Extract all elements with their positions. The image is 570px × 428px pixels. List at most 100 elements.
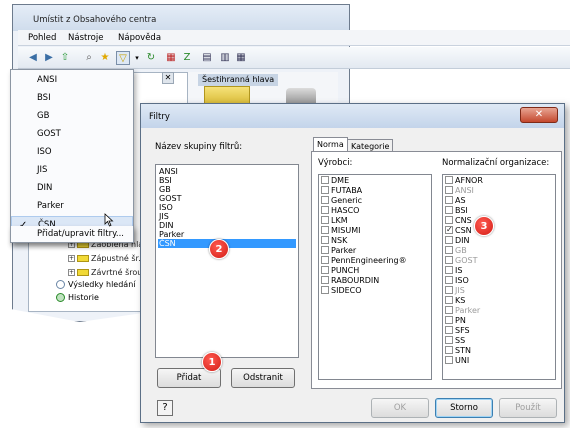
up-folder-icon[interactable]: ⇧ <box>58 51 72 65</box>
tree-item[interactable]: + Závrtné šrou... <box>68 268 150 277</box>
checkbox-icon[interactable] <box>321 185 329 194</box>
menu-item-iso[interactable]: ISO <box>11 144 133 161</box>
list-item[interactable]: GOST <box>158 194 296 203</box>
list-item[interactable]: Parker <box>158 230 296 239</box>
menu-item-gb[interactable]: GB <box>11 108 133 125</box>
standard-checkbox[interactable]: STN <box>445 345 471 356</box>
manufacturer-checkbox[interactable]: FUTABA <box>321 185 362 196</box>
manufacturer-checkbox[interactable]: RABOURDIN <box>321 275 379 286</box>
tab-norma[interactable]: Norma <box>313 137 348 152</box>
cancel-button[interactable]: Storno <box>435 398 493 418</box>
standards-list[interactable]: AFNOR ANSI AS BSI CNS CSN DIN GB GOST IS… <box>442 174 556 380</box>
search-icon[interactable]: ⌕ <box>82 51 96 65</box>
checkbox-icon[interactable] <box>445 195 453 204</box>
menu-item-add-edit-filters[interactable]: Přidat/upravit filtry... <box>10 226 134 243</box>
standard-checkbox[interactable]: GB <box>445 245 467 256</box>
expand-icon[interactable]: + <box>68 269 75 276</box>
menu-item-ansi[interactable]: ANSI <box>11 72 133 89</box>
manufacturer-checkbox[interactable]: HASCO <box>321 205 359 216</box>
menu-item-gost[interactable]: GOST <box>11 126 133 143</box>
apply-button[interactable]: Použít <box>499 398 557 418</box>
menu-item-parker[interactable]: Parker <box>11 198 133 215</box>
manufacturers-list[interactable]: DME FUTABA Generic HASCO LKM MISUMI NSK … <box>318 174 432 380</box>
tree-item-historie[interactable]: Historie <box>56 293 99 302</box>
manufacturer-checkbox[interactable]: PUNCH <box>321 265 359 276</box>
manufacturer-checkbox[interactable]: Parker <box>321 245 356 256</box>
checkbox-checked-icon[interactable] <box>445 225 453 235</box>
tree-view-icon[interactable]: ▥ <box>218 51 232 65</box>
standard-checkbox[interactable]: PN <box>445 315 466 326</box>
list-item[interactable]: DIN <box>158 221 296 230</box>
menu-nastroje[interactable]: Nástroje <box>68 33 103 43</box>
forward-icon[interactable]: ▶ <box>42 51 56 65</box>
checkbox-icon[interactable] <box>321 215 329 224</box>
checkbox-icon[interactable] <box>445 265 453 274</box>
list-item[interactable]: JIS <box>158 212 296 221</box>
checkbox-icon[interactable] <box>321 235 329 244</box>
menu-item-din[interactable]: DIN <box>11 180 133 197</box>
checkbox-icon[interactable] <box>321 255 329 264</box>
standard-checkbox[interactable]: KS <box>445 295 465 306</box>
manufacturer-checkbox[interactable]: Generic <box>321 195 362 206</box>
manufacturer-checkbox[interactable]: PennEngineering® <box>321 255 407 266</box>
checkbox-icon[interactable] <box>321 225 329 234</box>
ok-button[interactable]: OK <box>371 398 429 418</box>
checkbox-icon[interactable] <box>445 235 453 244</box>
checkbox-icon[interactable] <box>445 345 453 354</box>
checkbox-icon[interactable] <box>445 205 453 214</box>
checkbox-icon[interactable] <box>445 245 453 254</box>
refresh-icon[interactable]: ↻ <box>144 51 158 65</box>
back-icon[interactable]: ◀ <box>26 51 40 65</box>
menu-item-bsi[interactable]: BSI <box>11 90 133 107</box>
checkbox-icon[interactable] <box>445 355 453 364</box>
standard-checkbox[interactable]: SFS <box>445 325 470 336</box>
checkbox-icon[interactable] <box>321 245 329 254</box>
checkbox-icon[interactable] <box>321 205 329 214</box>
standard-checkbox[interactable]: ISO <box>445 275 469 286</box>
panel-close-icon[interactable]: ✕ <box>162 72 174 84</box>
standard-checkbox[interactable]: AFNOR <box>445 175 483 186</box>
list-item[interactable]: ISO <box>158 203 296 212</box>
menu-napoveda[interactable]: Nápověda <box>118 33 161 43</box>
checkbox-icon[interactable] <box>445 295 453 304</box>
help-icon[interactable]: ? <box>157 400 173 416</box>
standard-checkbox[interactable]: IS <box>445 265 462 276</box>
dialog-close-button[interactable]: ✕ <box>520 107 558 123</box>
list-item[interactable]: BSI <box>158 176 296 185</box>
standard-checkbox[interactable]: AS <box>445 195 466 206</box>
checkbox-icon[interactable] <box>445 335 453 344</box>
manufacturer-checkbox[interactable]: SIDECO <box>321 285 362 296</box>
checkbox-icon[interactable] <box>445 185 453 194</box>
checkbox-icon[interactable] <box>445 305 453 314</box>
manufacturer-checkbox[interactable]: LKM <box>321 215 348 226</box>
checkbox-icon[interactable] <box>445 255 453 264</box>
tree-item[interactable]: + Zápustné šr... <box>68 254 146 263</box>
standard-checkbox[interactable]: BSI <box>445 205 468 216</box>
favorites-icon[interactable]: ★ <box>98 51 112 65</box>
standard-checkbox[interactable]: ANSI <box>445 185 474 196</box>
checkbox-icon[interactable] <box>321 175 329 184</box>
checkbox-icon[interactable] <box>445 175 453 184</box>
standard-checkbox[interactable]: SS <box>445 335 465 346</box>
list-view-icon[interactable]: ▦ <box>234 51 248 65</box>
menu-pohled[interactable]: Pohled <box>28 33 56 43</box>
checkbox-icon[interactable] <box>321 285 329 294</box>
manufacturer-checkbox[interactable]: MISUMI <box>321 225 360 236</box>
manufacturer-checkbox[interactable]: NSK <box>321 235 347 246</box>
checkbox-icon[interactable] <box>321 275 329 284</box>
checkbox-icon[interactable] <box>445 325 453 334</box>
checkbox-icon[interactable] <box>445 275 453 284</box>
standard-checkbox[interactable]: GOST <box>445 255 477 266</box>
standard-checkbox[interactable]: UNI <box>445 355 469 366</box>
checkbox-icon[interactable] <box>445 215 453 224</box>
standard-checkbox[interactable]: Parker <box>445 305 480 316</box>
z-icon[interactable]: Z <box>180 51 194 65</box>
remove-button[interactable]: Odstranit <box>231 368 295 388</box>
checkbox-icon[interactable] <box>445 315 453 324</box>
library-icon[interactable]: ▦ <box>164 51 178 65</box>
filter-group-list[interactable]: ANSI BSI GB GOST ISO JIS DIN Parker ČSN <box>155 164 299 358</box>
list-item[interactable]: ANSI <box>158 167 296 176</box>
list-item[interactable]: GB <box>158 185 296 194</box>
filter-icon[interactable]: ▽ <box>116 51 130 65</box>
menu-item-jis[interactable]: JIS <box>11 162 133 179</box>
